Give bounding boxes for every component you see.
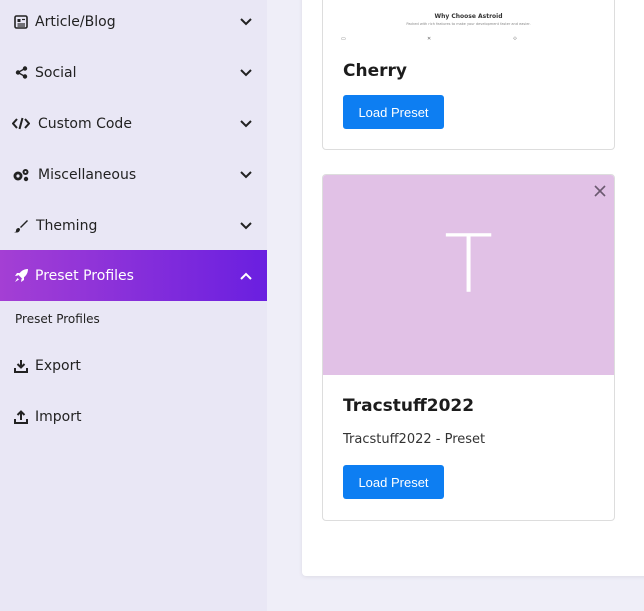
sidebar-subitem-preset-profiles[interactable]: Preset Profiles — [15, 312, 100, 326]
feature-icon: ✕ — [427, 36, 432, 42]
brush-icon — [12, 218, 30, 234]
preset-title: Tracstuff2022 — [343, 396, 475, 416]
chevron-down-icon — [240, 17, 252, 25]
preset-preview: T — [323, 175, 614, 375]
chevron-up-icon — [240, 272, 252, 280]
sidebar-item-label: Miscellaneous — [38, 166, 137, 183]
sidebar-item-preset-profiles[interactable]: Preset Profiles — [0, 250, 267, 301]
sidebar-item-label: Custom Code — [38, 115, 132, 132]
code-icon — [12, 116, 30, 132]
article-icon — [12, 14, 30, 30]
share-icon — [12, 65, 30, 81]
sidebar-item-label: Article/Blog — [35, 13, 116, 30]
sidebar-item-label: Theming — [36, 217, 98, 234]
preset-description: Tracstuff2022 - Preset — [343, 432, 486, 447]
preset-card-tracstuff2022: T Tracstuff2022 Tracstuff2022 - Preset L… — [322, 174, 615, 521]
sidebar-item-social[interactable]: Social — [0, 47, 267, 98]
feature-icon: ▭ — [341, 36, 346, 42]
preset-thumbnail: Why Choose Astroid Packed with rich feat… — [323, 0, 614, 45]
preset-title: Cherry — [343, 61, 407, 81]
chevron-down-icon — [240, 119, 252, 127]
chevron-down-icon — [240, 68, 252, 76]
chevron-down-icon — [240, 170, 252, 178]
sidebar: Article/Blog Social Custom Code Miscella… — [0, 0, 267, 611]
rocket-icon — [12, 268, 30, 284]
load-preset-button[interactable]: Load Preset — [343, 95, 444, 129]
load-preset-button[interactable]: Load Preset — [343, 465, 444, 499]
gears-icon — [12, 167, 30, 183]
sidebar-item-label: Import — [35, 408, 82, 425]
feature-icon: ⟐ — [513, 36, 517, 42]
chevron-down-icon — [240, 221, 252, 229]
sidebar-item-article-blog[interactable]: Article/Blog — [0, 0, 267, 47]
sidebar-item-miscellaneous[interactable]: Miscellaneous — [0, 149, 267, 200]
sidebar-item-theming[interactable]: Theming — [0, 200, 267, 251]
sidebar-item-label: Preset Profiles — [35, 267, 134, 284]
preset-card-cherry: Why Choose Astroid Packed with rich feat… — [322, 0, 615, 150]
upload-icon — [12, 409, 30, 425]
sidebar-item-custom-code[interactable]: Custom Code — [0, 98, 267, 149]
sidebar-item-label: Export — [35, 357, 81, 374]
sidebar-item-export[interactable]: Export — [0, 340, 267, 391]
close-icon[interactable] — [594, 185, 606, 197]
download-icon — [12, 358, 30, 374]
thumbnail-subtitle: Packed with rich features to make your d… — [406, 22, 531, 26]
sidebar-item-label: Social — [35, 64, 77, 81]
thumbnail-title: Why Choose Astroid — [434, 13, 503, 20]
preview-letter: T — [444, 218, 493, 311]
sidebar-item-import[interactable]: Import — [0, 391, 267, 442]
